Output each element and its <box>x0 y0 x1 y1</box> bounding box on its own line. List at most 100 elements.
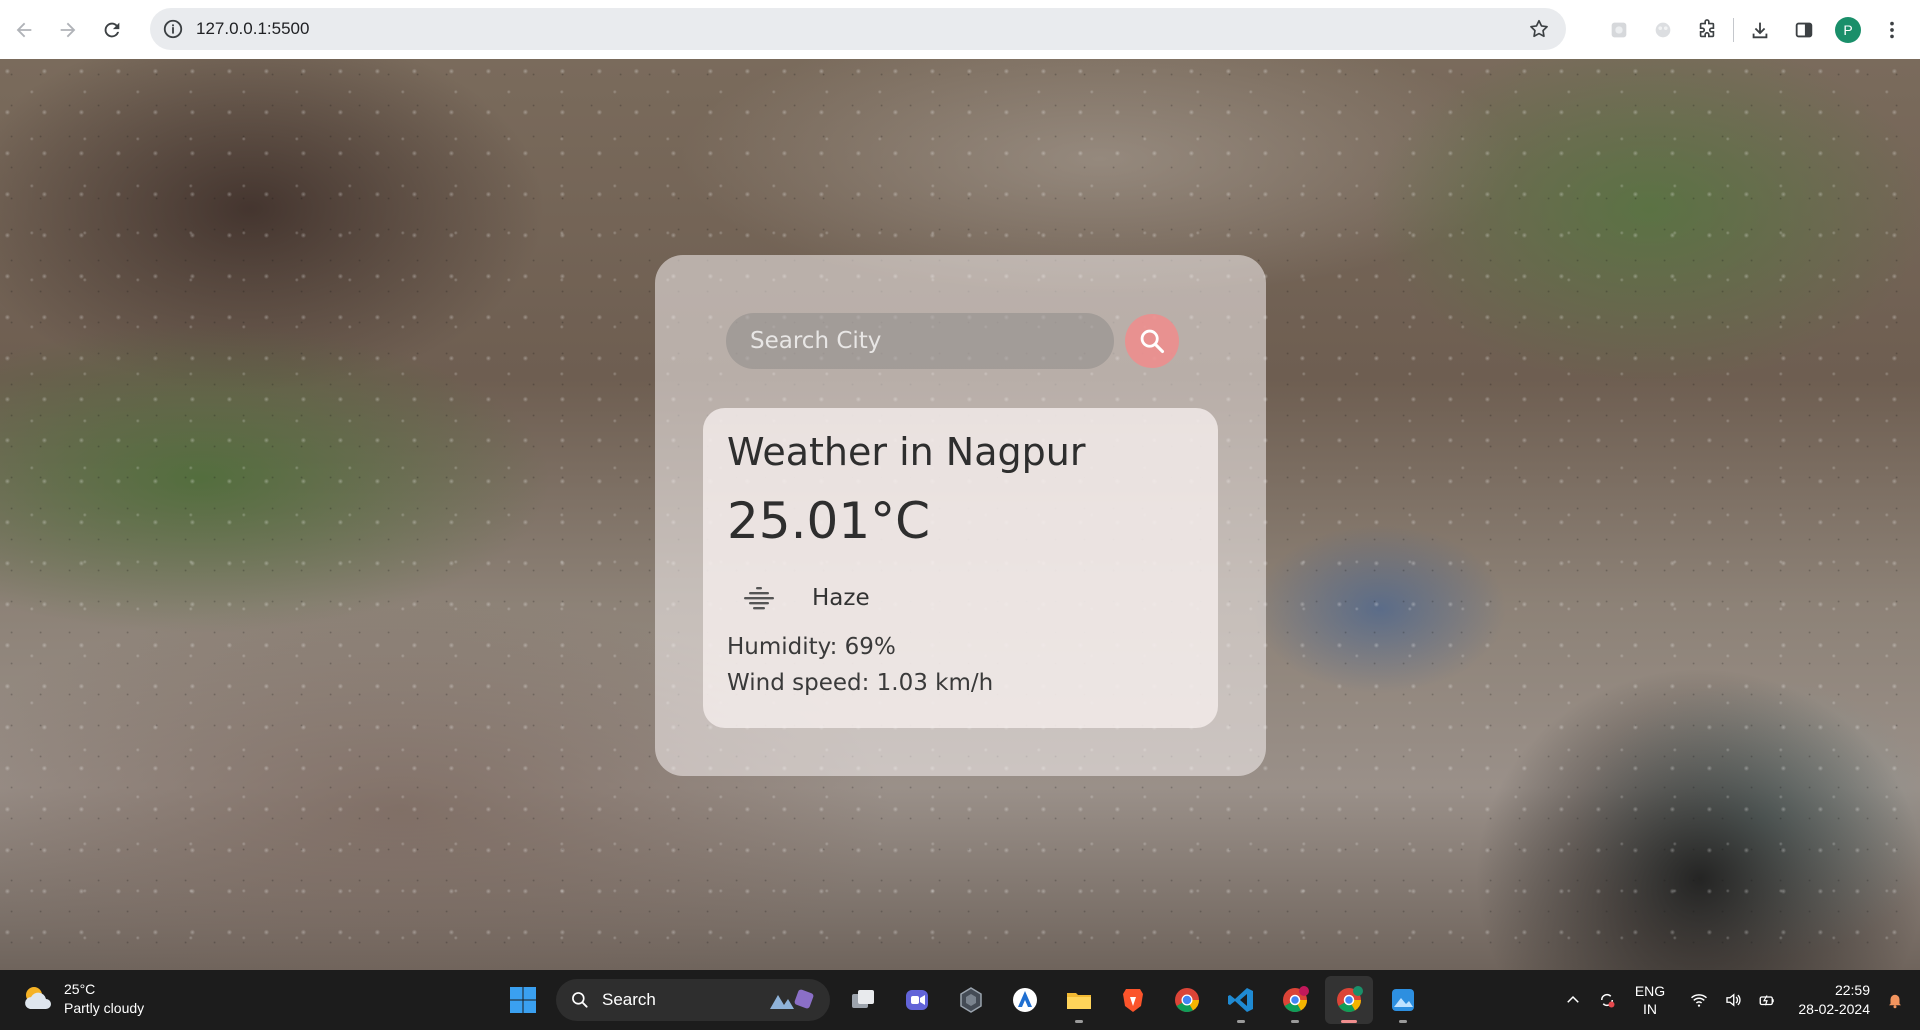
teams-icon <box>906 990 928 1010</box>
search-highlight-icon <box>770 989 814 1009</box>
puzzle-icon <box>1699 18 1715 37</box>
humidity-text: Humidity: 69% <box>727 634 896 660</box>
notifications-button[interactable] <box>1878 983 1912 1017</box>
running-indicator <box>1237 1020 1245 1023</box>
address-bar[interactable]: 127.0.0.1:5500 <box>150 8 1566 50</box>
battery-status[interactable] <box>1750 983 1784 1017</box>
chrome-profile-icon <box>1283 986 1309 1013</box>
toolbar-actions: P <box>1597 0 1920 59</box>
language-indicator[interactable]: ENG IN <box>1624 982 1676 1018</box>
side-panel-icon <box>1795 22 1813 37</box>
browser-toolbar: 127.0.0.1:5500 P <box>0 0 1920 59</box>
url-text: 127.0.0.1:5500 <box>196 19 310 38</box>
taskbar-search-box[interactable]: Search <box>556 979 830 1021</box>
volume-status[interactable] <box>1716 983 1750 1017</box>
chevron-up-icon <box>1567 995 1579 1003</box>
back-button[interactable] <box>4 10 44 50</box>
windows-taskbar: 25°C Partly cloudy Search ENG IN 22:59 2… <box>0 970 1920 1030</box>
chrome-icon <box>1175 988 1199 1013</box>
reload-button[interactable] <box>92 10 132 50</box>
windows-logo-icon <box>510 987 536 1013</box>
condition-row: Haze <box>741 578 870 618</box>
taskbar-chrome-profile[interactable] <box>1271 976 1319 1024</box>
profile-avatar: P <box>1835 16 1861 43</box>
running-indicator <box>1075 1020 1083 1023</box>
language-code: ENG <box>1634 983 1666 999</box>
running-indicator <box>1291 1020 1299 1023</box>
forward-button[interactable] <box>48 10 88 50</box>
search-bar <box>726 313 1226 369</box>
city-heading: Weather in Nagpur <box>727 430 1086 474</box>
bell-icon <box>1889 994 1901 1009</box>
taskbar-azure-data-studio[interactable] <box>1001 976 1049 1024</box>
taskbar-photos[interactable] <box>1379 976 1427 1024</box>
partly-cloudy-icon <box>25 987 51 1009</box>
taskbar-brave[interactable] <box>1109 976 1157 1024</box>
search-button[interactable] <box>1125 314 1179 368</box>
chrome-active-icon <box>1337 986 1363 1013</box>
side-panel-button[interactable] <box>1782 8 1826 52</box>
sync-status-button[interactable] <box>1590 983 1624 1017</box>
extension-1-icon <box>1611 22 1627 37</box>
taskbar-chrome[interactable] <box>1163 976 1211 1024</box>
photos-icon <box>1392 989 1414 1011</box>
taskbar-task-view[interactable] <box>839 976 887 1024</box>
arrow-right-icon <box>60 22 76 37</box>
active-indicator <box>1341 1020 1357 1023</box>
volume-icon <box>1726 993 1741 1007</box>
arrow-left-icon <box>16 22 32 37</box>
extension-1-button[interactable] <box>1597 8 1641 52</box>
chrome-menu-button[interactable] <box>1870 8 1914 52</box>
task-view-icon <box>852 990 874 1008</box>
clock-time: 22:59 <box>1834 982 1870 998</box>
region-code: IN <box>1643 1001 1657 1017</box>
taskbar-clock[interactable]: 22:59 28-02-2024 <box>1784 981 1870 1019</box>
extensions-button[interactable] <box>1685 8 1729 52</box>
taskbar-vscode[interactable] <box>1217 976 1265 1024</box>
profile-button[interactable]: P <box>1826 8 1870 52</box>
search-city-input[interactable] <box>726 313 1114 369</box>
download-icon <box>1752 22 1768 38</box>
reload-icon <box>104 22 120 37</box>
show-hidden-icons-button[interactable] <box>1556 983 1590 1017</box>
battery-charging-icon <box>1759 995 1774 1006</box>
taskbar-app[interactable] <box>947 976 995 1024</box>
search-icon <box>572 992 588 1008</box>
weather-card: Weather in Nagpur 25.01°C Haze Humidity:… <box>655 255 1266 776</box>
site-info-icon[interactable] <box>162 18 184 40</box>
taskbar-chrome-active[interactable] <box>1325 976 1373 1024</box>
taskbar-teams[interactable] <box>893 976 941 1024</box>
taskbar-file-explorer[interactable] <box>1055 976 1103 1024</box>
extension-2-icon <box>1655 22 1671 37</box>
clock-date: 28-02-2024 <box>1798 1001 1870 1017</box>
page-viewport: Weather in Nagpur 25.01°C Haze Humidity:… <box>0 59 1920 970</box>
vscode-icon <box>1228 988 1253 1012</box>
azure-data-studio-icon <box>1013 988 1037 1012</box>
taskbar-search-label: Search <box>602 990 656 1009</box>
brave-icon <box>1123 989 1143 1012</box>
file-explorer-icon <box>1067 993 1091 1009</box>
search-icon <box>1140 329 1165 354</box>
toolbar-separator <box>1733 17 1734 42</box>
sync-icon <box>1600 993 1615 1008</box>
taskbar-weather-widget[interactable]: 25°C Partly cloudy <box>20 980 144 1018</box>
running-indicator <box>1399 1020 1407 1023</box>
wind-speed-text: Wind speed: 1.03 km/h <box>727 670 994 696</box>
system-tray: ENG IN 22:59 28-02-2024 <box>1556 970 1920 1030</box>
taskbar-weather-temp: 25°C <box>64 981 96 997</box>
temperature-value: 25.01°C <box>727 492 931 550</box>
taskbar-weather-text: 25°C Partly cloudy <box>64 980 144 1018</box>
extension-2-button[interactable] <box>1641 8 1685 52</box>
haze-icon <box>744 587 774 610</box>
wifi-icon <box>1691 994 1707 1007</box>
weather-info-panel: Weather in Nagpur 25.01°C Haze Humidity:… <box>703 408 1218 728</box>
condition-label: Haze <box>812 585 870 611</box>
taskbar-apps: Search <box>496 976 1430 1024</box>
downloads-button[interactable] <box>1738 8 1782 52</box>
start-button[interactable] <box>499 976 547 1024</box>
wifi-status[interactable] <box>1682 983 1716 1017</box>
bookmark-star-icon[interactable] <box>1528 18 1550 40</box>
more-vertical-icon <box>1890 21 1894 38</box>
app-icon <box>960 987 982 1013</box>
taskbar-weather-desc: Partly cloudy <box>64 1000 145 1016</box>
